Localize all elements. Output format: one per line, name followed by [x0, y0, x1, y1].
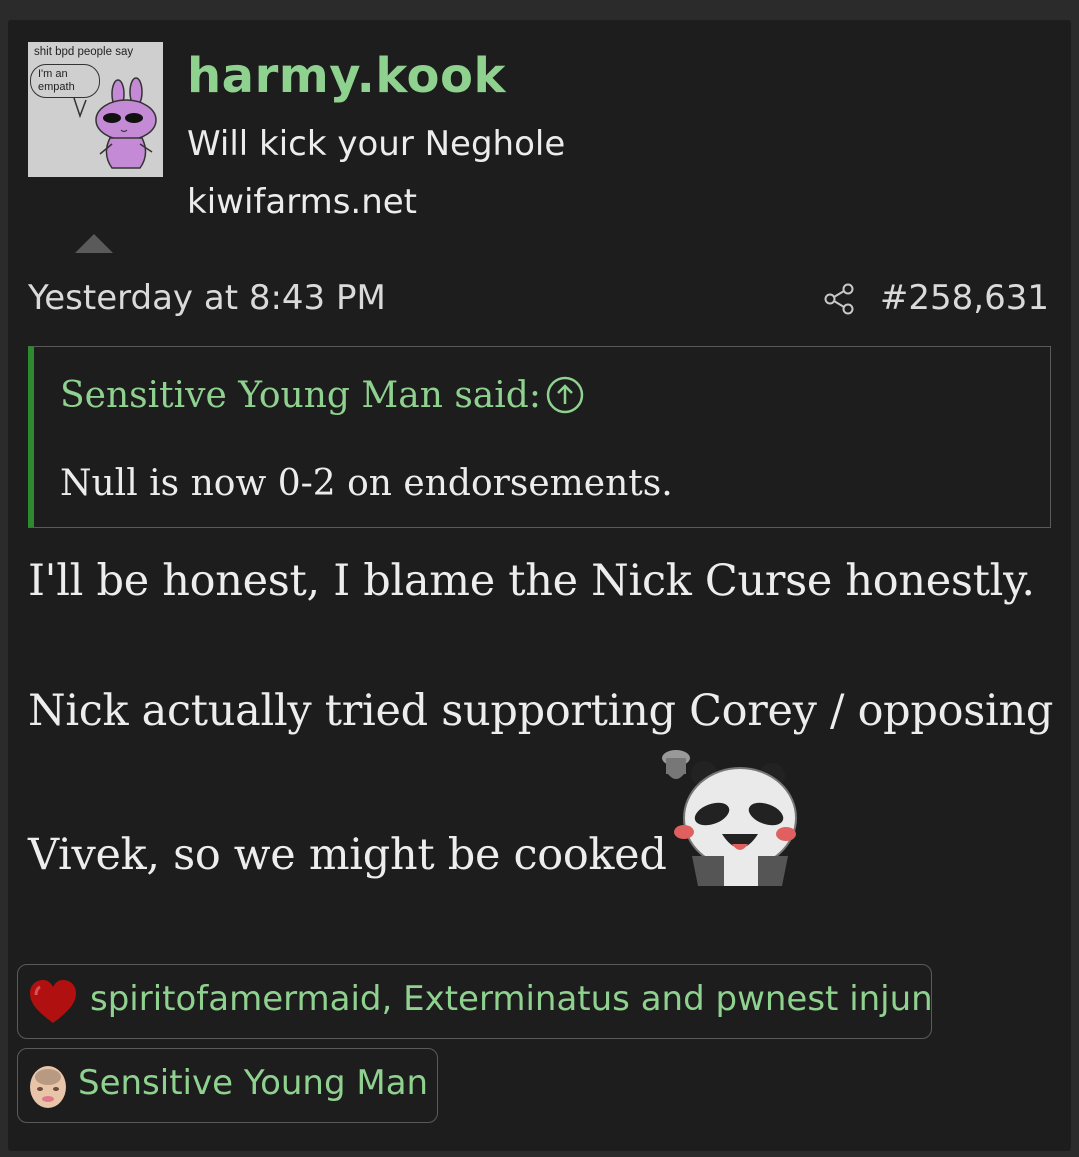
- collapse-up-icon[interactable]: [75, 234, 113, 253]
- post-number-link[interactable]: #258,631: [880, 278, 1049, 318]
- heart-icon: [30, 980, 76, 1023]
- post-body-line-1: I'll be honest, I blame the Nick Curse h…: [28, 556, 1035, 606]
- username-link[interactable]: harmy.kook: [187, 48, 506, 104]
- user-title: Will kick your Neghole: [187, 124, 566, 164]
- quote-text: Null is now 0-2 on endorsements.: [60, 463, 673, 504]
- post-date[interactable]: Yesterday at 8:43 PM: [28, 278, 386, 318]
- post-body-line-3: Vivek, so we might be cooked: [28, 830, 667, 880]
- quote-attribution[interactable]: Sensitive Young Man said:: [60, 375, 541, 416]
- quote-block: Sensitive Young Man said: Null is now 0-…: [28, 346, 1051, 528]
- share-icon[interactable]: [822, 281, 858, 317]
- bunny-illustration: [73, 77, 157, 169]
- reaction-users-1: spiritofamermaid, Exterminatus and pwnes…: [90, 979, 933, 1019]
- reaction-users-2: Sensitive Young Man: [78, 1063, 429, 1103]
- arrow-up-circle-icon[interactable]: [545, 375, 585, 415]
- user-site: kiwifarms.net: [187, 182, 418, 222]
- panda-emoji: [662, 750, 797, 886]
- face-icon: [30, 1066, 66, 1108]
- reaction-summary-2[interactable]: Sensitive Young Man: [17, 1048, 438, 1123]
- post-body-line-2: Nick actually tried supporting Corey / o…: [28, 686, 1054, 736]
- reaction-summary-1[interactable]: spiritofamermaid, Exterminatus and pwnes…: [17, 964, 933, 1039]
- user-avatar[interactable]: shit bpd people say I'm an empath: [28, 42, 163, 177]
